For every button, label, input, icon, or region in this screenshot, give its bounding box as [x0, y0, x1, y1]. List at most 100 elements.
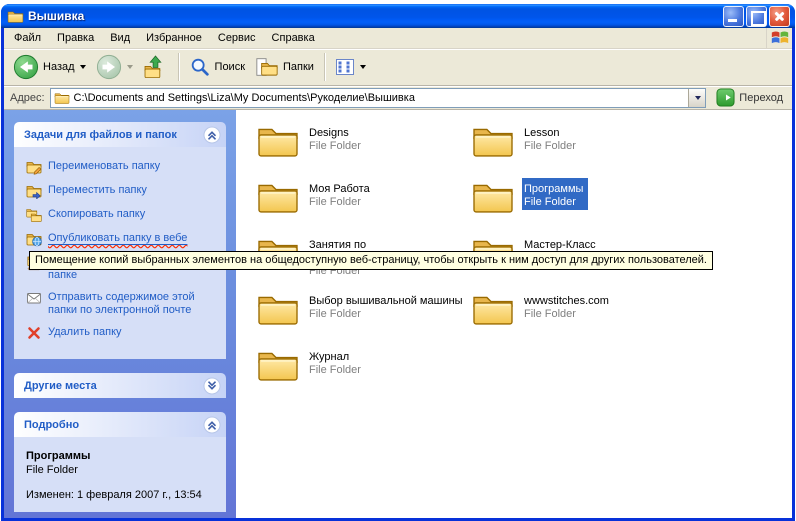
task-item[interactable]: Удалить папку — [26, 325, 220, 341]
task-label: Переместить папку — [48, 183, 147, 197]
details-type: File Folder — [26, 463, 220, 477]
search-button[interactable]: Поиск — [184, 51, 250, 83]
menu-file[interactable]: Файл — [6, 29, 49, 47]
back-dropdown-icon[interactable] — [80, 65, 86, 69]
minimize-button[interactable] — [723, 6, 744, 27]
menu-view[interactable]: Вид — [102, 29, 138, 47]
go-button[interactable]: Переход — [711, 87, 788, 109]
file-label: Designs File Folder — [307, 122, 366, 154]
folder-icon — [7, 9, 24, 24]
file-item[interactable]: wwwstitches.com File Folder — [471, 290, 686, 335]
file-name: Lesson — [522, 127, 578, 140]
search-icon — [189, 56, 211, 78]
move-folder-icon — [26, 183, 42, 199]
windows-logo-icon — [766, 28, 790, 48]
file-tasks-header[interactable]: Задачи для файлов и папок — [14, 122, 226, 147]
file-label: Lesson File Folder — [522, 122, 581, 154]
menu-bar: Файл Правка Вид Избранное Сервис Справка — [4, 28, 792, 49]
forward-button[interactable] — [91, 51, 138, 83]
views-button[interactable] — [330, 51, 371, 83]
file-item[interactable]: Журнал File Folder — [256, 346, 471, 391]
file-type: File Folder — [307, 364, 363, 377]
details-title: Подробно — [24, 419, 79, 431]
file-label: Моя Работа File Folder — [307, 178, 375, 210]
folder-icon — [471, 290, 515, 328]
task-item[interactable]: Переименовать папку — [26, 159, 220, 175]
menu-help[interactable]: Справка — [264, 29, 323, 47]
file-name: Программы — [522, 183, 585, 196]
copy-folder-icon — [26, 207, 42, 223]
email-folder-icon — [26, 290, 42, 306]
file-label: wwwstitches.com File Folder — [522, 290, 614, 322]
task-item[interactable]: Скопировать папку — [26, 207, 220, 223]
toolbar-separator — [324, 53, 325, 81]
forward-dropdown-icon — [127, 65, 133, 69]
file-item[interactable]: Designs File Folder — [256, 122, 471, 167]
task-label: Переименовать папку — [48, 159, 160, 173]
details-modified: Изменен: 1 февраля 2007 г., 13:54 — [26, 488, 220, 502]
other-places-header[interactable]: Другие места — [14, 373, 226, 398]
menu-favorites[interactable]: Избранное — [138, 29, 210, 47]
file-item[interactable]: Моя Работа File Folder — [256, 178, 471, 223]
window-body: Файл Правка Вид Избранное Сервис Справка… — [1, 28, 795, 521]
details-name: Программы — [26, 449, 220, 463]
address-dropdown-button[interactable] — [688, 89, 705, 107]
address-combo[interactable]: C:\Documents and Settings\Liza\My Docume… — [50, 88, 707, 108]
file-name: wwwstitches.com — [522, 295, 611, 308]
back-icon — [13, 54, 39, 80]
toolbar-separator — [178, 53, 179, 81]
folders-icon — [255, 55, 279, 79]
chevron-down-icon[interactable] — [203, 377, 221, 395]
task-pane: Задачи для файлов и папок Переименовать … — [4, 110, 236, 518]
rename-folder-icon — [26, 159, 42, 175]
file-label: Программы File Folder — [522, 178, 588, 210]
details-section: Подробно Программы File Folder Изменен: … — [14, 412, 226, 512]
folder-icon — [256, 122, 300, 160]
address-bar: Адрес: C:\Documents and Settings\Liza\My… — [4, 86, 792, 110]
chevron-up-icon[interactable] — [203, 416, 221, 434]
file-item[interactable]: Программы File Folder — [471, 178, 686, 223]
folder-icon — [256, 346, 300, 384]
other-places-title: Другие места — [24, 380, 97, 392]
file-label: Журнал File Folder — [307, 346, 366, 378]
menu-tools[interactable]: Сервис — [210, 29, 264, 47]
chevron-up-icon[interactable] — [203, 126, 221, 144]
views-icon — [335, 57, 355, 77]
address-input[interactable]: C:\Documents and Settings\Liza\My Docume… — [74, 92, 685, 104]
publish-folder-icon — [26, 231, 42, 247]
folder-icon — [471, 178, 515, 216]
delete-folder-icon — [26, 325, 42, 341]
window-title: Вышивка — [28, 9, 721, 23]
toolbar: Назад Поиск Папки — [4, 49, 792, 86]
forward-icon — [96, 54, 122, 80]
maximize-button[interactable] — [746, 6, 767, 27]
explorer-window: Вышивка Файл Правка Вид Избранное Сервис… — [1, 4, 795, 521]
details-header[interactable]: Подробно — [14, 412, 226, 437]
folder-icon — [54, 91, 70, 105]
task-item[interactable]: Переместить папку — [26, 183, 220, 199]
task-item[interactable]: Отправить содержимое этой папки по элект… — [26, 290, 220, 317]
file-name: Журнал — [307, 351, 363, 364]
file-name: Designs — [307, 127, 363, 140]
views-dropdown-icon[interactable] — [360, 65, 366, 69]
go-icon — [716, 88, 735, 107]
file-item[interactable]: Выбор вышивальной машины File Folder — [256, 290, 471, 335]
up-button[interactable] — [138, 51, 173, 83]
task-item[interactable]: Опубликовать папку в вебе — [26, 231, 220, 247]
folder-icon — [256, 290, 300, 328]
address-label: Адрес: — [8, 92, 45, 104]
task-label: Отправить содержимое этой папки по элект… — [48, 290, 220, 317]
title-bar[interactable]: Вышивка — [1, 4, 795, 28]
back-label: Назад — [43, 61, 75, 73]
file-type: File Folder — [522, 196, 585, 209]
go-label: Переход — [739, 92, 783, 104]
menu-edit[interactable]: Правка — [49, 29, 102, 47]
file-item[interactable]: Lesson File Folder — [471, 122, 686, 167]
close-button[interactable] — [769, 6, 790, 27]
folders-button[interactable]: Папки — [250, 51, 319, 83]
file-label: Выбор вышивальной машины File Folder — [307, 290, 468, 322]
file-list-area[interactable]: Designs File Folder Lesson File Folder М… — [236, 110, 792, 518]
chevron-down-small-icon — [695, 96, 701, 100]
search-label: Поиск — [215, 61, 245, 73]
back-button[interactable]: Назад — [8, 51, 91, 83]
